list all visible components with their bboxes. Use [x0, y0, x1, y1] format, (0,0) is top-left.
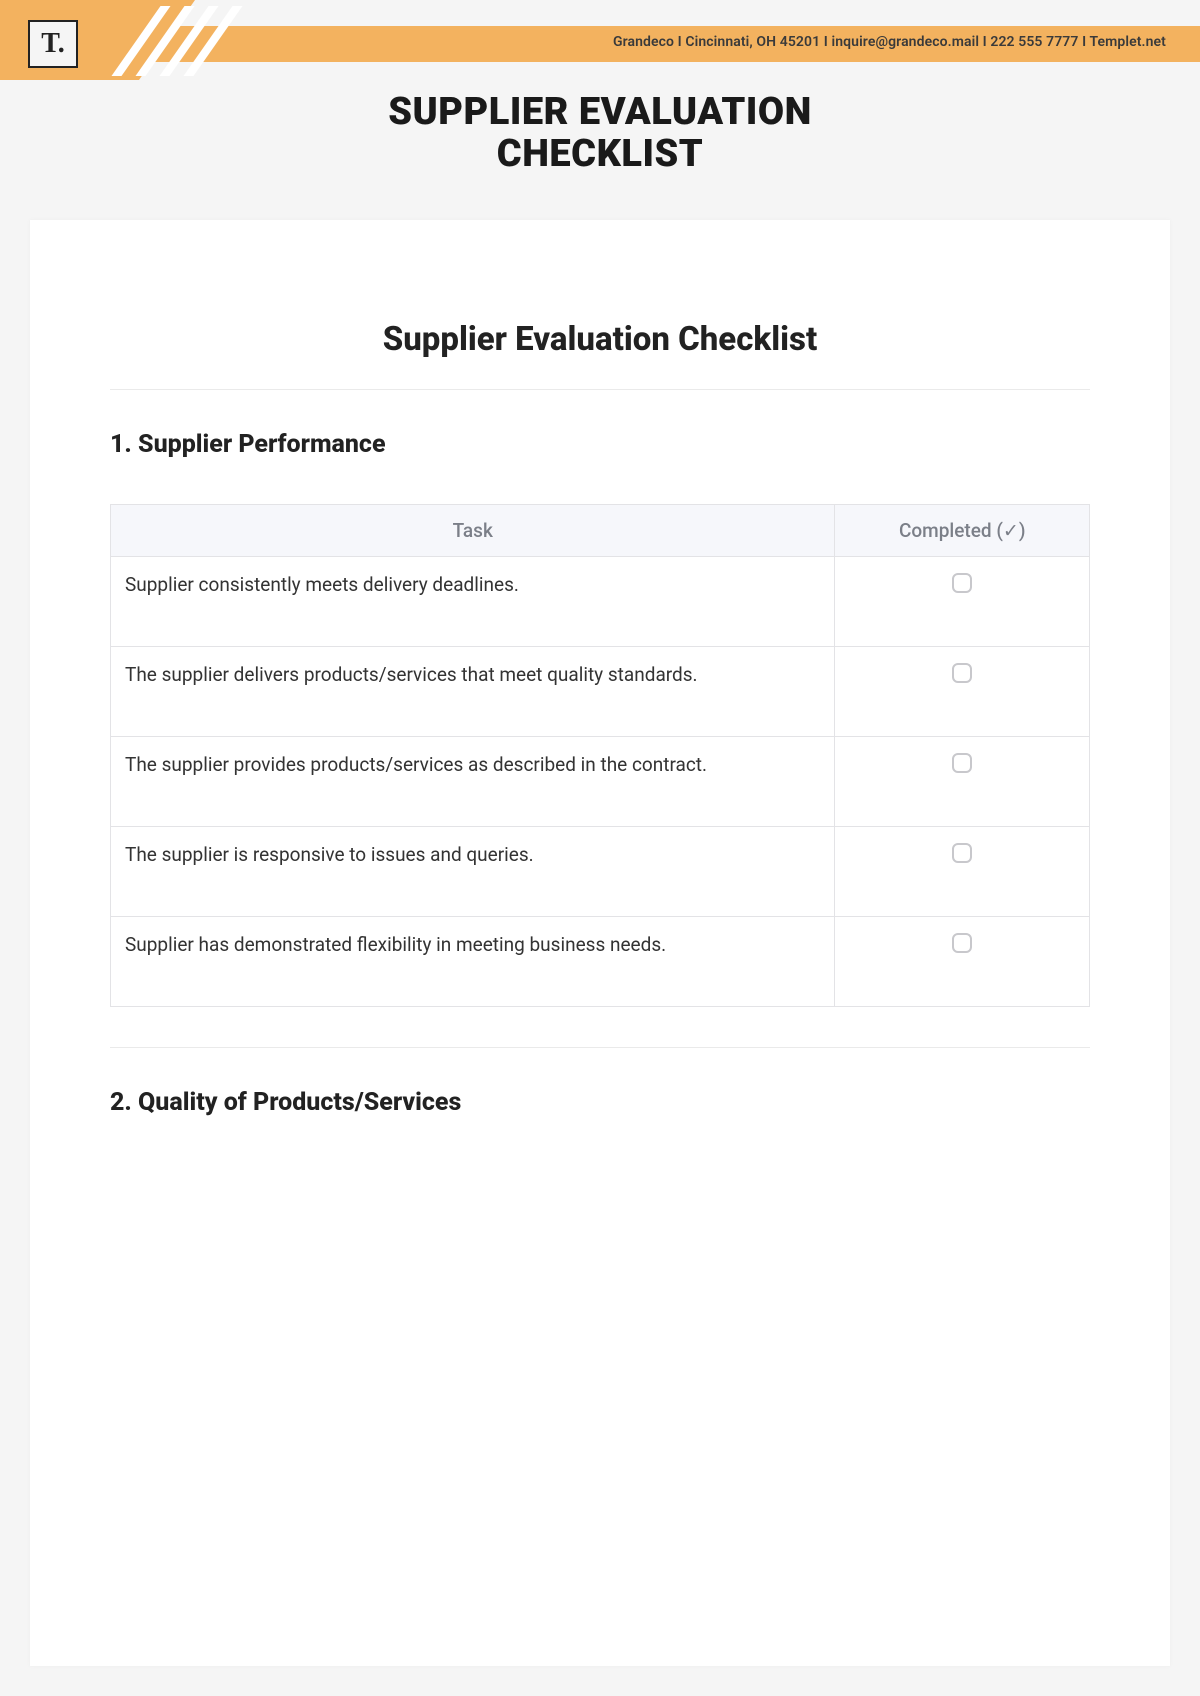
column-header-task: Task: [111, 505, 835, 557]
checkbox-cell: [835, 737, 1090, 827]
document-page: Supplier Evaluation Checklist 1. Supplie…: [30, 220, 1170, 1666]
divider: [110, 1047, 1090, 1048]
checkbox-icon[interactable]: [952, 753, 972, 773]
checkbox-cell: [835, 917, 1090, 1007]
checkbox-icon[interactable]: [952, 843, 972, 863]
table-row: The supplier delivers products/services …: [111, 647, 1090, 737]
table-row: The supplier provides products/services …: [111, 737, 1090, 827]
page-main-title: SUPPLIER EVALUATION CHECKLIST: [0, 92, 1200, 176]
header-contact-line: Grandeco I Cincinnati, OH 45201 I inquir…: [613, 34, 1166, 50]
divider: [110, 389, 1090, 390]
document-title: Supplier Evaluation Checklist: [110, 320, 1090, 359]
task-cell: Supplier has demonstrated flexibility in…: [111, 917, 835, 1007]
task-cell: The supplier delivers products/services …: [111, 647, 835, 737]
table-row: Supplier consistently meets delivery dea…: [111, 557, 1090, 647]
section-heading-performance: 1. Supplier Performance: [110, 430, 1090, 459]
table-row: The supplier is responsive to issues and…: [111, 827, 1090, 917]
brand-logo-text: T.: [41, 28, 65, 60]
section-heading-quality: 2. Quality of Products/Services: [110, 1088, 1090, 1117]
slash-icon: [202, 10, 226, 72]
checkbox-icon[interactable]: [952, 933, 972, 953]
table-row: Supplier has demonstrated flexibility in…: [111, 917, 1090, 1007]
checkbox-cell: [835, 557, 1090, 647]
task-cell: Supplier consistently meets delivery dea…: [111, 557, 835, 647]
checkbox-cell: [835, 647, 1090, 737]
column-header-completed: Completed (✓): [835, 505, 1090, 557]
checkbox-cell: [835, 827, 1090, 917]
checklist-table-performance: Task Completed (✓) Supplier consistently…: [110, 504, 1090, 1007]
checkbox-icon[interactable]: [952, 573, 972, 593]
brand-logo: T.: [28, 20, 78, 68]
main-title-line2: CHECKLIST: [497, 132, 704, 176]
main-title-line1: SUPPLIER EVALUATION: [388, 90, 812, 134]
header-slash-icons: [130, 10, 226, 72]
task-cell: The supplier is responsive to issues and…: [111, 827, 835, 917]
checkbox-icon[interactable]: [952, 663, 972, 683]
task-cell: The supplier provides products/services …: [111, 737, 835, 827]
